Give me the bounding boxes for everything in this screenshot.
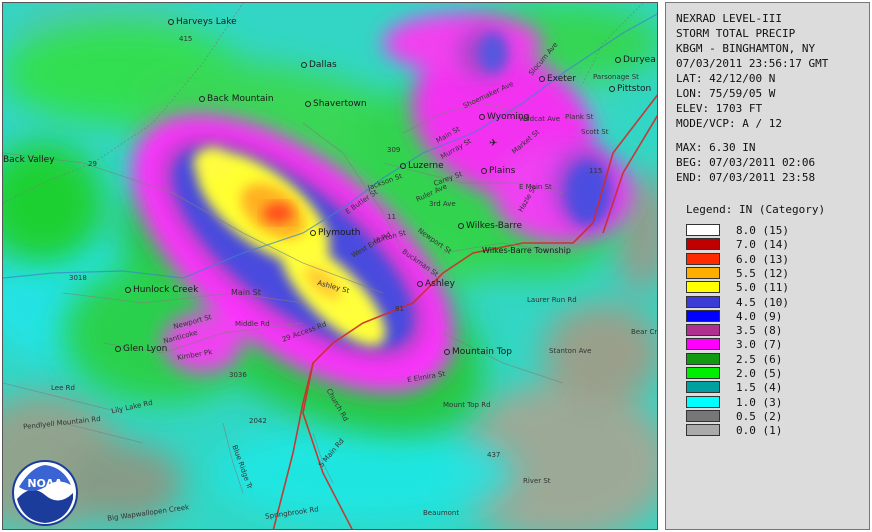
road-label: Parsonage St	[593, 73, 639, 81]
legend-swatch	[686, 252, 720, 265]
legend-swatch	[686, 224, 720, 236]
road-label: Bear Creek	[631, 328, 658, 336]
place-label: Harveys Lake	[168, 17, 237, 27]
road-label: River St	[523, 477, 551, 485]
legend-swatch	[686, 352, 720, 365]
legend-label: 0.5 (2)	[736, 409, 783, 423]
legend-label: 1.5 (4)	[736, 381, 783, 395]
place-label: Plymouth	[310, 228, 360, 238]
legend-swatch	[686, 409, 720, 422]
place-label: Luzerne	[400, 161, 444, 171]
legend-swatch	[686, 424, 720, 437]
route-number: 29	[88, 160, 97, 168]
route-number: 2042	[249, 417, 267, 425]
road-label: Mount Top Rd	[443, 401, 491, 409]
road-label: Middle Rd	[235, 320, 270, 328]
product-line: STORM TOTAL PRECIP	[676, 27, 796, 40]
place-label: Dallas	[301, 60, 337, 70]
place-label: Hunlock Creek	[125, 285, 198, 295]
legend-swatch	[686, 295, 720, 308]
place-label: Mountain Top	[444, 347, 512, 357]
airport-icon: ✈	[489, 138, 498, 149]
road-label: E Main St	[519, 183, 552, 191]
legend-title: Legend: IN (Category)	[686, 203, 826, 216]
place-label: Back Mountain	[199, 94, 274, 104]
begin-line: BEG: 07/03/2011 02:06	[676, 156, 816, 169]
legend-swatch	[686, 281, 720, 294]
legend-swatch	[686, 338, 720, 351]
place-label: Glen Lyon	[115, 344, 167, 354]
legend-swatch	[686, 367, 720, 379]
legend-swatch	[686, 238, 720, 251]
road-label: Beaumont	[423, 509, 460, 517]
elev-line: ELEV: 1703 FT	[676, 102, 763, 115]
road-label: Main St	[231, 288, 261, 297]
timestamp-line: 07/03/2011 23:56:17 GMT	[676, 57, 829, 70]
station-line: KBGM - BINGHAMTON, NY	[676, 42, 816, 55]
end-line: END: 07/03/2011 23:58	[676, 171, 816, 184]
legend-label: 5.0 (11)	[736, 281, 789, 295]
place-label: Exeter	[539, 74, 576, 84]
legend-label: 4.0 (9)	[736, 309, 783, 323]
legend-label: 1.0 (3)	[736, 395, 783, 409]
route-number: 3036	[229, 371, 247, 379]
legend-swatch	[686, 395, 720, 408]
legend-label: 8.0 (15)	[736, 224, 789, 237]
place-label: Plains	[481, 166, 515, 176]
noaa-logo-icon: NOAA	[12, 460, 78, 526]
svg-text:NOAA: NOAA	[27, 477, 63, 490]
legend-swatch	[686, 381, 720, 394]
max-line: MAX: 6.30 IN	[676, 141, 756, 154]
place-label: Back Valley	[3, 155, 55, 165]
place-label: Shavertown	[305, 99, 367, 109]
radar-map: Harveys Lake Dallas Shavertown Back Moun…	[2, 2, 658, 530]
route-number: 437	[487, 451, 501, 459]
legend-label: 6.0 (13)	[736, 252, 789, 266]
place-label: Ashley	[417, 279, 455, 289]
legend-swatch	[686, 324, 720, 337]
legend-label: 4.5 (10)	[736, 295, 789, 309]
legend-swatch	[686, 266, 720, 279]
route-number: 309	[387, 146, 401, 154]
road-label: Scott St	[581, 128, 609, 136]
road-label: Wildcat Ave	[519, 115, 561, 123]
lon-line: LON: 75/59/05 W	[676, 87, 776, 100]
place-label: Pittston	[609, 84, 651, 94]
route-number: 11	[387, 213, 396, 221]
legend-label: 0.0 (1)	[736, 424, 783, 438]
road-label: 3rd Ave	[429, 200, 456, 208]
road-label: Laurer Run Rd	[527, 296, 577, 304]
route-number: 3018	[69, 274, 87, 282]
road-label: Lee Rd	[51, 384, 75, 392]
place-label: Wilkes-Barre Township	[482, 246, 571, 255]
legend-label: 7.0 (14)	[736, 238, 789, 252]
road-label: Stanton Ave	[549, 347, 592, 355]
product-line: NEXRAD LEVEL-III	[676, 12, 782, 25]
legend-label: 5.5 (12)	[736, 266, 789, 280]
lat-line: LAT: 42/12/00 N	[676, 72, 776, 85]
legend-label: 2.5 (6)	[736, 352, 783, 366]
mode-line: MODE/VCP: A / 12	[676, 117, 782, 130]
legend-label: 2.0 (5)	[736, 367, 783, 380]
place-label: Wilkes-Barre	[458, 221, 522, 231]
route-number: 81	[395, 305, 404, 313]
legend-label: 3.0 (7)	[736, 338, 783, 352]
info-panel: NEXRAD LEVEL-III STORM TOTAL PRECIP KBGM…	[665, 2, 870, 530]
road-label: Plank St	[565, 113, 594, 121]
legend-label: 3.5 (8)	[736, 324, 783, 338]
route-number: 415	[179, 35, 193, 43]
place-label: Duryea	[615, 55, 656, 65]
legend-swatch	[686, 309, 720, 322]
route-number: 115	[589, 167, 603, 175]
